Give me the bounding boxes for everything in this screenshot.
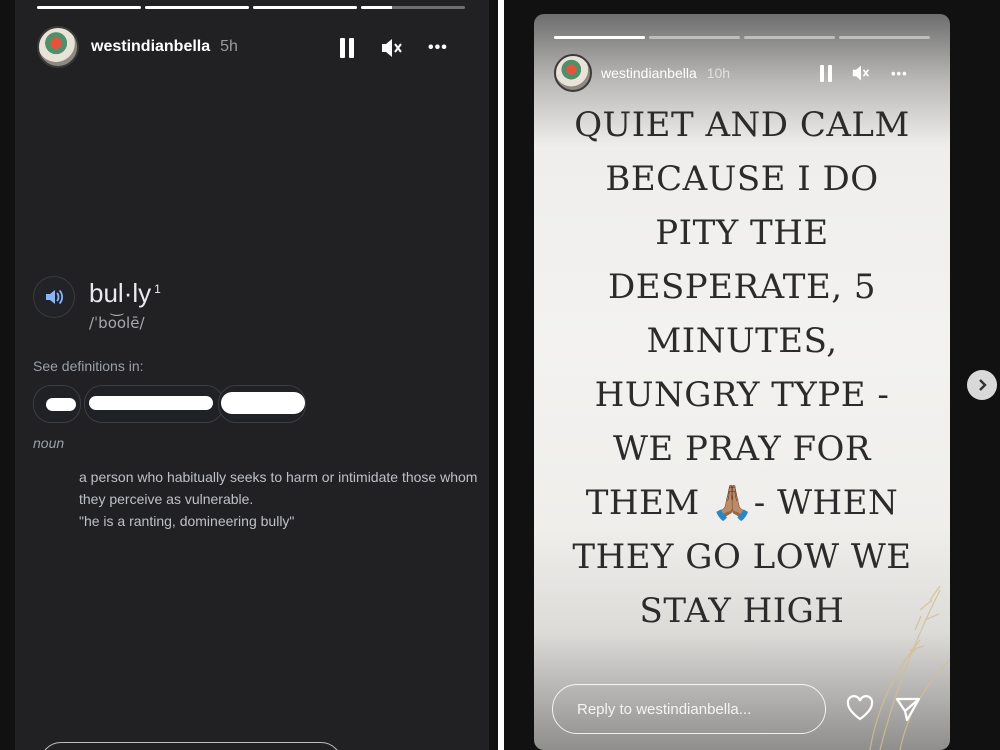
story-controls: ••• <box>340 37 448 59</box>
mute-icon[interactable] <box>851 64 871 82</box>
phonetic-spelling: /ˈbo͝olē/ <box>89 314 145 332</box>
definition-source-chip[interactable] <box>218 385 306 423</box>
story-controls: ••• <box>820 64 908 82</box>
reply-input[interactable] <box>40 742 342 750</box>
more-icon[interactable]: ••• <box>891 66 908 81</box>
timestamp: 10h <box>706 65 731 81</box>
story-header: westindianbella 5h <box>37 26 238 68</box>
avatar[interactable] <box>37 26 79 68</box>
pronunciation-button[interactable] <box>33 276 75 318</box>
more-icon[interactable]: ••• <box>428 39 448 57</box>
story-progress-bar <box>554 36 930 39</box>
quote-line: BECAUSE I DO <box>605 159 879 199</box>
send-icon[interactable] <box>894 696 922 727</box>
quote-line: WE PRAY FOR <box>612 429 872 469</box>
progress-segment <box>145 6 249 9</box>
pause-icon[interactable] <box>820 64 832 82</box>
progress-segment <box>253 6 357 9</box>
chevron-right-icon <box>979 379 987 391</box>
pause-icon[interactable] <box>340 38 354 58</box>
story-header: westindianbella 10h <box>554 54 730 92</box>
quote-line: DESPERATE, 5 <box>607 267 877 307</box>
reply-placeholder: Reply to westindianbella... <box>577 700 752 718</box>
progress-segment <box>37 6 141 9</box>
word-superscript: 1 <box>154 282 161 296</box>
timestamp: 5h <box>220 38 238 55</box>
definition-source-chip[interactable] <box>84 385 224 423</box>
progress-segment <box>361 6 465 9</box>
left-story-panel: westindianbella 5h ••• bul·ly 1 /ˈbo͝olē/… <box>0 0 498 750</box>
definition: a person who habitually seeks to harm or… <box>79 466 479 532</box>
quote-line: QUIET AND CALM <box>574 105 910 145</box>
progress-segment <box>839 36 930 39</box>
story-progress-bar <box>37 6 465 9</box>
redaction-mark <box>221 392 305 414</box>
quote-line: THEM 🙏🏽- WHEN <box>585 483 899 523</box>
definition-example: "he is a ranting, domineering bully" <box>79 513 295 529</box>
username[interactable]: westindianbella <box>601 65 697 81</box>
definition-source-chip[interactable] <box>33 385 81 423</box>
story-right: westindianbella 10h ••• QUIET AND CALM BE… <box>534 14 950 750</box>
story-quote-text: QUIET AND CALM BECAUSE I DO PITY THE DESPER… <box>534 98 950 638</box>
quote-line: PITY THE <box>655 213 829 253</box>
reply-input[interactable]: Reply to westindianbella... <box>552 684 826 734</box>
right-story-panel: westindianbella 10h ••• QUIET AND CALM BE… <box>504 0 1000 750</box>
quote-line: MINUTES, <box>646 321 838 361</box>
heart-icon[interactable] <box>846 695 874 726</box>
speaker-icon <box>46 289 64 305</box>
word-text: bul·ly <box>89 278 152 308</box>
redaction-mark <box>89 396 213 410</box>
progress-segment <box>554 36 645 39</box>
avatar[interactable] <box>554 54 592 92</box>
quote-line: STAY HIGH <box>639 591 845 631</box>
see-definitions-label: See definitions in: <box>33 358 144 374</box>
next-story-button[interactable] <box>967 370 997 400</box>
story-left <box>15 0 489 750</box>
mute-icon[interactable] <box>380 37 404 59</box>
username[interactable]: westindianbella <box>91 38 210 56</box>
quote-line: HUNGRY TYPE - <box>594 375 890 415</box>
quote-line: THEY GO LOW WE <box>572 537 912 577</box>
dictionary-word: bul·ly 1 <box>89 278 161 309</box>
progress-segment <box>744 36 835 39</box>
progress-segment <box>649 36 740 39</box>
definition-text: a person who habitually seeks to harm or… <box>79 469 478 507</box>
redaction-mark <box>46 398 76 411</box>
part-of-speech: noun <box>33 435 65 451</box>
